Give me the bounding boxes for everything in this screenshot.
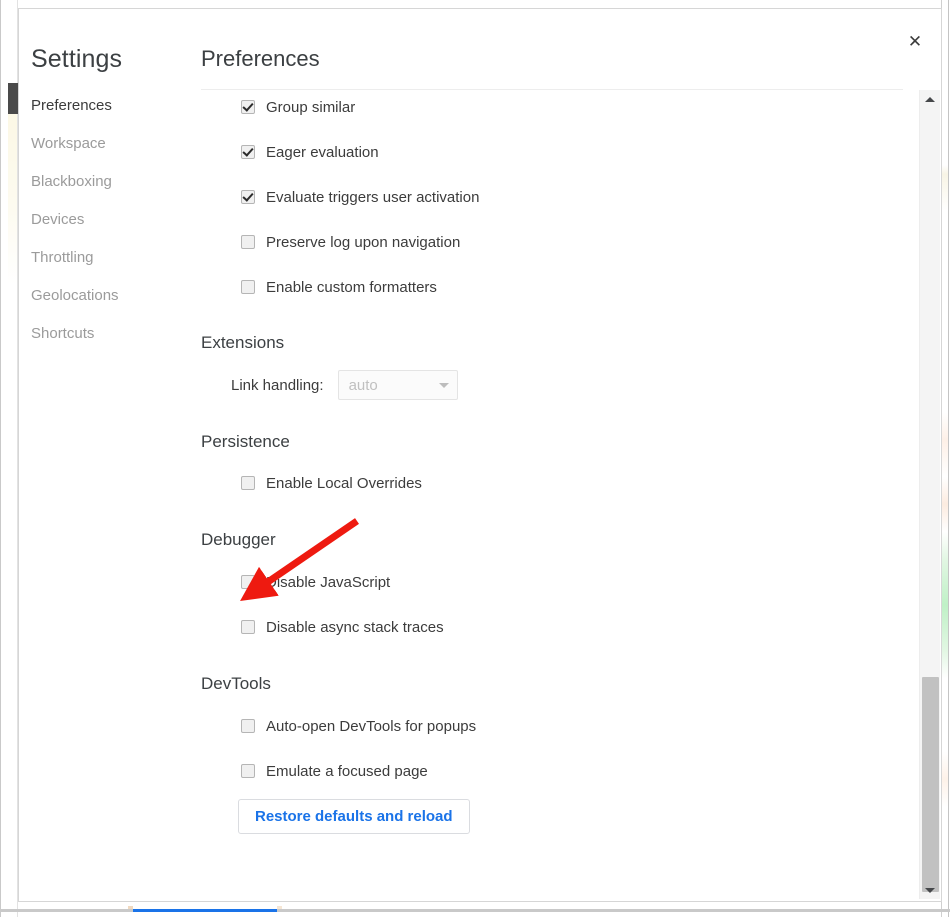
- checkbox-group-similar[interactable]: [241, 100, 255, 114]
- section-heading-persistence: Persistence: [201, 432, 290, 451]
- checkbox-label: Group similar: [266, 98, 356, 116]
- checkbox-preserve-log-upon-navigation[interactable]: [241, 235, 255, 249]
- checkbox-enable-local-overrides[interactable]: [241, 476, 255, 490]
- link-handling-value: auto: [348, 376, 378, 394]
- checkbox-label: Disable JavaScript: [266, 573, 391, 591]
- section-heading-devtools: DevTools: [201, 674, 271, 693]
- checkbox-eager-evaluation[interactable]: [241, 145, 255, 159]
- checkbox-label: Disable async stack traces: [266, 618, 444, 636]
- section-heading-extensions: Extensions: [201, 333, 285, 352]
- link-handling-label: Link handling:: [231, 376, 324, 394]
- checkbox-row-enable-custom-formatters[interactable]: Enable custom formatters: [201, 276, 905, 298]
- checkbox-row-eager-evaluation[interactable]: Eager evaluation: [201, 141, 905, 163]
- sidebar-item-label: Blackboxing: [31, 173, 112, 190]
- page-title: Settings: [31, 45, 123, 73]
- checkbox-row-enable-local-overrides[interactable]: Enable Local Overrides: [201, 472, 905, 494]
- link-handling-select[interactable]: auto: [337, 370, 458, 400]
- sidebar-item-label: Preferences: [31, 97, 112, 114]
- sidebar-item-geolocations[interactable]: Geolocations: [19, 280, 184, 311]
- window-left-edge: [0, 0, 1, 917]
- settings-dialog: ✕ Settings Preferences Workspace Blackbo…: [18, 8, 942, 902]
- sidebar-item-label: Shortcuts: [31, 325, 95, 342]
- sidebar-active-indicator: [8, 83, 18, 114]
- field-row-link-handling: Link handling: auto: [201, 369, 905, 401]
- settings-sidebar: Settings Preferences Workspace Blackboxi…: [19, 9, 184, 901]
- sidebar-item-shortcuts[interactable]: Shortcuts: [19, 318, 184, 349]
- sidebar-item-blackboxing[interactable]: Blackboxing: [19, 166, 184, 197]
- checkbox-label: Evaluate triggers user activation: [266, 188, 480, 206]
- sidebar-item-devices[interactable]: Devices: [19, 204, 184, 235]
- checkbox-row-group-similar[interactable]: Group similar: [201, 96, 905, 118]
- triangle-down-icon[interactable]: [920, 881, 940, 899]
- checkbox-evaluate-triggers-user-activation[interactable]: [241, 190, 255, 204]
- checkbox-emulate-a-focused-page[interactable]: [241, 764, 255, 778]
- checkbox-label: Enable custom formatters: [266, 278, 437, 296]
- triangle-down-glyph: [925, 887, 935, 893]
- checkbox-row-auto-open-devtools-for-popups[interactable]: Auto-open DevTools for popups: [201, 715, 905, 737]
- checkbox-disable-async-stack-traces[interactable]: [241, 620, 255, 634]
- restore-defaults-and-reload-button[interactable]: Restore defaults and reload: [238, 799, 470, 834]
- checkbox-enable-custom-formatters[interactable]: [241, 280, 255, 294]
- triangle-up-glyph: [925, 96, 935, 102]
- sidebar-item-label: Throttling: [31, 249, 94, 266]
- background-page-left-sliver: [8, 95, 17, 285]
- scrollbar-thumb[interactable]: [922, 677, 939, 892]
- content-heading: Preferences: [201, 46, 320, 71]
- sidebar-item-label: Workspace: [31, 135, 106, 152]
- bottom-tab-right-mark: [277, 906, 282, 909]
- checkbox-label: Eager evaluation: [266, 143, 379, 161]
- window-right-edge: [948, 0, 949, 917]
- checkbox-label: Auto-open DevTools for popups: [266, 717, 477, 735]
- sidebar-item-throttling[interactable]: Throttling: [19, 242, 184, 273]
- checkbox-auto-open-devtools-for-popups[interactable]: [241, 719, 255, 733]
- checkbox-label: Enable Local Overrides: [266, 474, 422, 492]
- preferences-scrollbar[interactable]: [919, 90, 940, 899]
- checkbox-disable-javascript[interactable]: [241, 575, 255, 589]
- checkbox-label: Preserve log upon navigation: [266, 233, 461, 251]
- checkbox-label: Emulate a focused page: [266, 762, 428, 780]
- checkbox-row-emulate-a-focused-page[interactable]: Emulate a focused page: [201, 760, 905, 782]
- checkbox-row-evaluate-triggers-user-activation[interactable]: Evaluate triggers user activation: [201, 186, 905, 208]
- section-heading-debugger: Debugger: [201, 530, 276, 549]
- checkbox-row-disable-async-stack-traces[interactable]: Disable async stack traces: [201, 616, 905, 638]
- sidebar-item-label: Geolocations: [31, 287, 119, 304]
- triangle-up-icon[interactable]: [920, 90, 940, 108]
- settings-content-panel: Preferences Group similar Eager evaluati…: [184, 9, 941, 901]
- sidebar-item-label: Devices: [31, 211, 85, 228]
- sidebar-item-workspace[interactable]: Workspace: [19, 128, 184, 159]
- preferences-scroll-area: Group similar Eager evaluation Evaluate …: [184, 90, 905, 899]
- checkbox-row-disable-javascript[interactable]: Disable JavaScript: [201, 571, 905, 593]
- sidebar-item-preferences[interactable]: Preferences: [19, 90, 184, 121]
- chevron-down-icon: [438, 382, 449, 388]
- bottom-active-tab-underline: [133, 909, 277, 912]
- checkbox-row-preserve-log-upon-navigation[interactable]: Preserve log upon navigation: [201, 231, 905, 253]
